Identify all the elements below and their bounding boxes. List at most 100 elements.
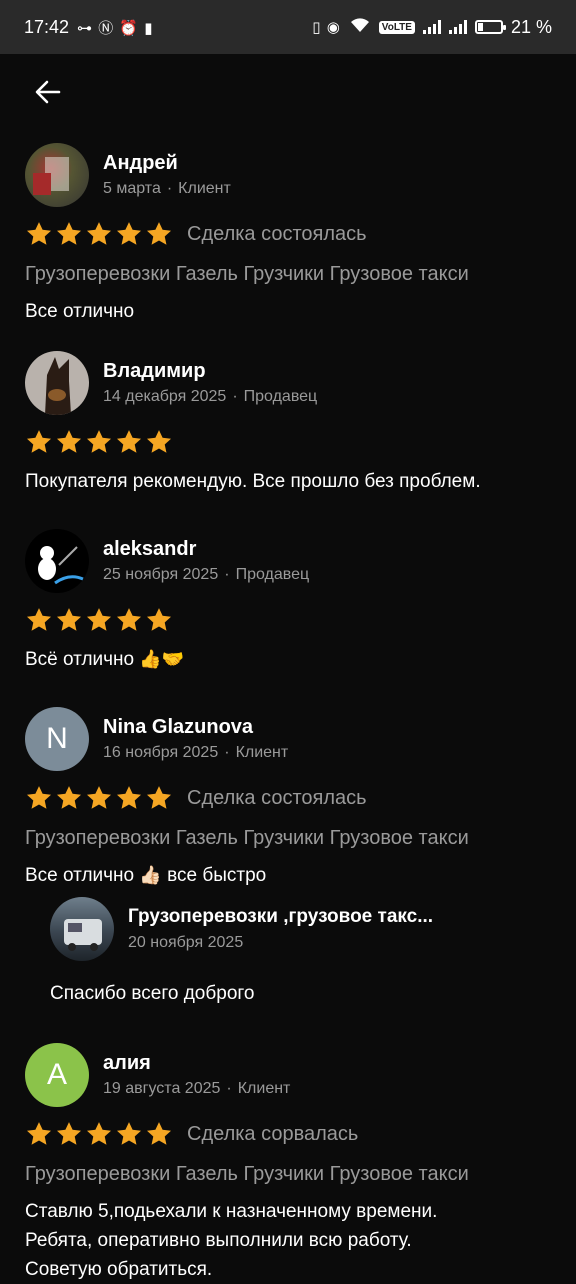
- rating-row: Сделка состоялась: [25, 783, 551, 813]
- reviewer-role: Клиент: [237, 1080, 291, 1097]
- seller-name[interactable]: Грузоперевозки ,грузовое такс...: [128, 905, 488, 929]
- star-rating: [25, 784, 173, 812]
- reviewer-name[interactable]: алия: [103, 1051, 290, 1075]
- volte-icon: VoLTE: [378, 20, 415, 34]
- deal-status: Сделка состоялась: [187, 222, 367, 245]
- star-icon: [56, 786, 82, 809]
- review-text-part: Все отлично: [25, 865, 135, 886]
- star-icon: [116, 430, 142, 453]
- star-rating: [25, 220, 173, 248]
- reply-date: 20 ноября 2025: [128, 934, 244, 951]
- review-date: 5 марта: [103, 180, 161, 197]
- review-date: 14 декабря 2025: [103, 388, 227, 405]
- service-tags: Грузоперевозки Газель Грузчики Грузовое …: [25, 1163, 469, 1185]
- star-icon: [86, 222, 112, 245]
- review-text-body: Всё отлично: [25, 649, 135, 670]
- rating-row: [25, 427, 551, 457]
- star-icon: [26, 1122, 52, 1145]
- star-icon: [146, 786, 172, 809]
- arrow-left-icon: [35, 80, 61, 104]
- star-icon: [116, 222, 142, 245]
- star-icon: [146, 608, 172, 631]
- review-text: Покупателя рекомендую. Все прошло без пр…: [25, 471, 481, 492]
- star-icon: [26, 222, 52, 245]
- avatar[interactable]: [25, 351, 89, 415]
- rating-row: Сделка состоялась: [25, 219, 551, 249]
- review-meta: 14 декабря 2025 · Продавец: [103, 388, 318, 405]
- star-icon: [86, 608, 112, 631]
- status-notification-icons: ⊶ Ⓝ ⏰ ▮: [77, 19, 154, 37]
- reviewer-role: Клиент: [235, 744, 289, 761]
- avatar[interactable]: N: [25, 707, 89, 771]
- star-icon: [146, 222, 172, 245]
- reviewer-role: Клиент: [178, 180, 231, 197]
- review-date: 25 ноября 2025: [103, 566, 219, 583]
- review-text-line: Ребята, оперативно выполнили всю работу.: [25, 1230, 412, 1251]
- review-text-part: все быстро: [167, 865, 267, 886]
- star-icon: [56, 1122, 82, 1145]
- star-icon: [146, 1122, 172, 1145]
- avatar[interactable]: [25, 529, 89, 593]
- review-text: Все отлично 👍🏻 все быстро: [25, 861, 551, 890]
- star-rating: [25, 606, 173, 634]
- star-rating: [25, 1120, 173, 1148]
- thumbs-up-emoji: 👍🏻: [139, 865, 162, 885]
- star-icon: [56, 222, 82, 245]
- signal-icon-2: [448, 20, 467, 34]
- review-text: Ставлю 5,подьехали к назначенному времен…: [25, 1197, 551, 1284]
- review-card: Владимир 14 декабря 2025 · Продавец Покупа…: [25, 351, 551, 496]
- review-card: N Nina Glazunova 16 ноября 2025 · Клиент С…: [25, 707, 551, 890]
- avatar[interactable]: [25, 143, 89, 207]
- reviewer-name[interactable]: Nina Glazunova: [103, 715, 288, 739]
- rating-row: [25, 605, 551, 635]
- star-icon: [116, 786, 142, 809]
- rating-row: Сделка сорвалась: [25, 1119, 551, 1149]
- seller-reply: Грузоперевозки ,грузовое такс... 20 нояб…: [50, 897, 550, 1005]
- vibrate-hotspot-icons: ▯ ◉: [312, 19, 341, 36]
- review-date: 19 августа 2025: [103, 1080, 221, 1097]
- reviewer-name[interactable]: Владимир: [103, 359, 317, 383]
- review-meta: 25 ноября 2025 · Продавец: [103, 566, 310, 583]
- thumbs-up-handshake-emoji: 👍🤝: [139, 649, 185, 669]
- review-meta: 5 марта · Клиент: [103, 180, 231, 197]
- back-button[interactable]: [28, 72, 68, 112]
- star-icon: [26, 430, 52, 453]
- review-card: Андрей 5 марта · Клиент Сделка состоялась …: [25, 143, 551, 326]
- star-icon: [116, 608, 142, 631]
- signal-icon-1: [422, 20, 441, 34]
- star-icon: [26, 786, 52, 809]
- deal-status: Сделка состоялась: [187, 786, 367, 809]
- reviewer-role: Продавец: [235, 566, 310, 583]
- star-icon: [86, 786, 112, 809]
- reply-text: Спасибо всего доброго: [50, 983, 255, 1004]
- star-icon: [26, 608, 52, 631]
- status-time: 17:42: [24, 16, 70, 37]
- review-card: aleksandr 25 ноября 2025 · Продавец Всё от…: [25, 529, 551, 674]
- review-meta: 16 ноября 2025 · Клиент: [103, 744, 289, 761]
- review-text: Все отлично: [25, 301, 135, 322]
- battery-level: [477, 23, 483, 31]
- star-icon: [116, 1122, 142, 1145]
- avatar[interactable]: [50, 897, 114, 961]
- review-date: 16 ноября 2025: [103, 744, 219, 761]
- star-icon: [146, 430, 172, 453]
- star-icon: [86, 1122, 112, 1145]
- review-meta: 19 августа 2025 · Клиент: [103, 1080, 291, 1097]
- battery-percent: 21 %: [510, 16, 552, 37]
- avatar[interactable]: А: [25, 1043, 89, 1107]
- deal-status: Сделка сорвалась: [187, 1122, 359, 1145]
- star-icon: [56, 430, 82, 453]
- star-rating: [25, 428, 173, 456]
- reviewer-role: Продавец: [243, 388, 318, 405]
- reviewer-name[interactable]: aleksandr: [103, 537, 309, 561]
- status-bar: 17:42 ⊶ Ⓝ ⏰ ▮ ▯ ◉ VoLTE 21 %: [0, 0, 576, 54]
- service-tags: Грузоперевозки Газель Грузчики Грузовое …: [25, 827, 469, 849]
- star-icon: [86, 430, 112, 453]
- review-text: Всё отлично 👍🤝: [25, 645, 551, 674]
- review-text-line: Ставлю 5,подьехали к назначенному времен…: [25, 1201, 438, 1222]
- review-card: А алия 19 августа 2025 · Клиент Сделка сор…: [25, 1043, 551, 1284]
- service-tags: Грузоперевозки Газель Грузчики Грузовое …: [25, 263, 469, 285]
- wifi-icon: [349, 17, 371, 38]
- battery-icon: [474, 20, 506, 34]
- reviewer-name[interactable]: Андрей: [103, 151, 231, 175]
